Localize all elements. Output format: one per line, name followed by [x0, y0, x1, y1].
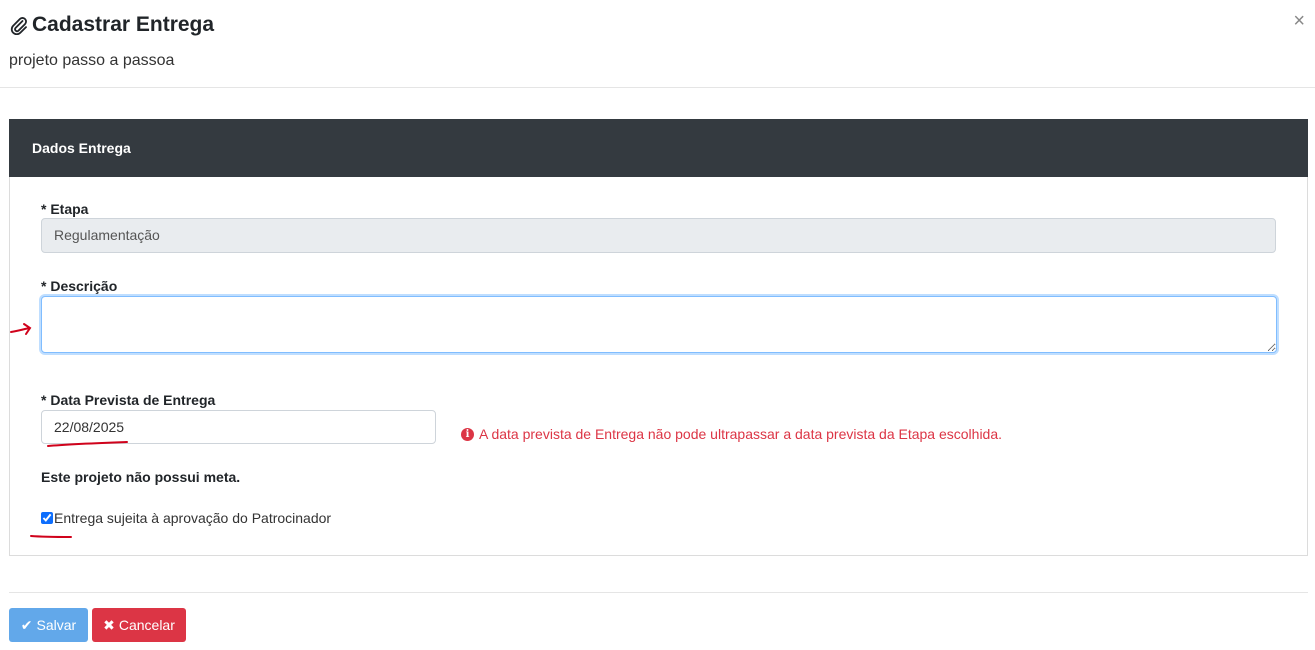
x-icon: ✖	[103, 616, 115, 633]
data-prevista-error-text: A data prevista de Entrega não pode ultr…	[479, 426, 1003, 442]
save-button-label: Salvar	[36, 617, 77, 633]
modal-title: Cadastrar Entrega	[32, 13, 215, 36]
annotation-underline-date	[47, 441, 128, 447]
modal-title-row: Cadastrar Entrega	[9, 13, 214, 37]
etapa-label: * Etapa	[41, 201, 89, 217]
aprovacao-checkbox-label: Entrega sujeita à aprovação do Patrocina…	[54, 510, 332, 526]
data-prevista-label: * Data Prevista de Entrega	[41, 392, 216, 408]
descricao-textarea[interactable]	[41, 296, 1277, 353]
cancel-button[interactable]: ✖ Cancelar	[92, 608, 186, 642]
dados-entrega-card: Dados Entrega * Etapa Regulamentação * D…	[9, 119, 1308, 556]
annotation-underline-checkbox	[30, 535, 72, 538]
paperclip-icon	[10, 17, 27, 35]
card-header-title: Dados Entrega	[32, 140, 131, 156]
data-prevista-input[interactable]	[41, 410, 436, 444]
data-prevista-error: i A data prevista de Entrega não pode ul…	[461, 426, 1002, 442]
descricao-label: * Descrição	[41, 278, 118, 294]
close-icon[interactable]: ×	[1293, 11, 1305, 31]
card-header: Dados Entrega	[9, 119, 1308, 177]
modal-subtitle: projeto passo a passoa	[9, 52, 175, 69]
modal-header: Cadastrar Entrega projeto passo a passoa…	[0, 0, 1315, 88]
etapa-field: Regulamentação	[41, 218, 1276, 253]
aprovacao-checkbox[interactable]	[41, 512, 53, 524]
footer-divider	[9, 592, 1308, 593]
check-icon: ✔	[20, 616, 33, 633]
info-circle-icon: i	[461, 427, 474, 441]
aprovacao-checkbox-row[interactable]: Entrega sujeita à aprovação do Patrocina…	[41, 510, 331, 526]
meta-text: Este projeto não possui meta.	[41, 469, 241, 485]
annotation-arrow	[10, 323, 32, 335]
cancel-button-label: Cancelar	[118, 617, 175, 633]
save-button[interactable]: ✔ Salvar	[9, 608, 88, 642]
